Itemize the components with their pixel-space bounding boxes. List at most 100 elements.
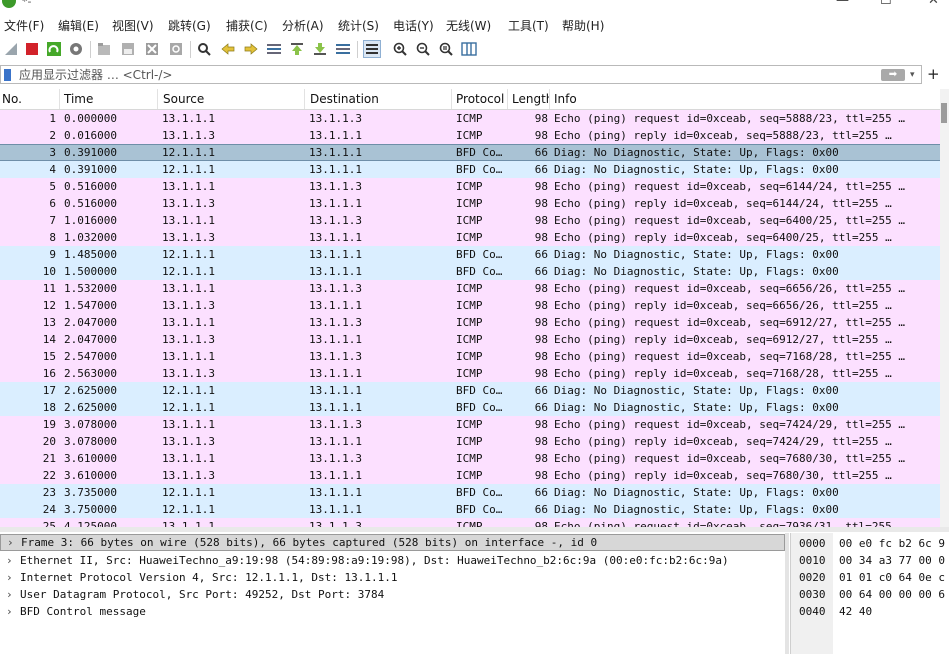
menu-telephony[interactable]: 电话(Y) bbox=[393, 18, 434, 34]
packet-row[interactable]: 14 2.047000 13.1.1.3 13.1.1.1 ICMP 98 Echo (pi… bbox=[0, 331, 940, 348]
column-header-info[interactable]: Info bbox=[550, 89, 940, 109]
detail-row-frame[interactable]: › Frame 3: 66 bytes on wire (528 bits), … bbox=[0, 534, 785, 551]
go-forward-icon[interactable] bbox=[243, 41, 259, 57]
packet-row[interactable]: 15 2.547000 13.1.1.1 13.1.1.3 ICMP 98 Echo (pi… bbox=[0, 348, 940, 365]
restart-capture-icon[interactable] bbox=[46, 41, 62, 57]
capture-options-icon[interactable] bbox=[68, 41, 84, 57]
expand-chevron-icon[interactable]: › bbox=[6, 586, 13, 603]
packet-row[interactable]: 24 3.750000 12.1.1.1 13.1.1.1 BFD Co… 66 Diag:… bbox=[0, 501, 940, 518]
zoom-reset-icon[interactable] bbox=[438, 41, 454, 57]
menu-go[interactable]: 跳转(G) bbox=[168, 18, 211, 34]
packet-row[interactable]: 3 0.391000 12.1.1.1 13.1.1.1 BFD Co… 66 Diag: … bbox=[0, 144, 940, 161]
display-filter-box: ➡ ▾ bbox=[0, 65, 922, 84]
packet-row[interactable]: 7 1.016000 13.1.1.1 13.1.1.3 ICMP 98 Echo (pin… bbox=[0, 212, 940, 229]
display-filter-input[interactable] bbox=[19, 67, 869, 83]
bytes-hex[interactable]: 00 e0 fc b2 6c 9 bbox=[839, 535, 945, 552]
packet-row[interactable]: 2 0.016000 13.1.1.3 13.1.1.1 ICMP 98 Echo (pin… bbox=[0, 127, 940, 144]
column-header-time[interactable]: Time bbox=[60, 89, 158, 109]
shark-fin-start-icon[interactable] bbox=[3, 41, 19, 57]
packet-row[interactable]: 16 2.563000 13.1.1.3 13.1.1.1 ICMP 98 Echo (pi… bbox=[0, 365, 940, 382]
add-filter-button-icon[interactable]: + bbox=[927, 64, 940, 84]
minimize-icon[interactable]: — bbox=[836, 0, 849, 8]
packet-row[interactable]: 20 3.078000 13.1.1.3 13.1.1.1 ICMP 98 Echo (pi… bbox=[0, 433, 940, 450]
detail-row-ethernet[interactable]: › Ethernet II, Src: HuaweiTechno_a9:19:9… bbox=[0, 552, 785, 569]
bytes-hex[interactable]: 01 01 c0 64 0e c bbox=[839, 569, 945, 586]
reload-file-icon[interactable] bbox=[168, 41, 184, 57]
expand-chevron-icon[interactable]: › bbox=[6, 603, 13, 620]
packet-row[interactable]: 10 1.500000 12.1.1.1 13.1.1.1 BFD Co… 66 Diag:… bbox=[0, 263, 940, 280]
find-packet-icon[interactable] bbox=[196, 41, 212, 57]
packet-row[interactable]: 5 0.516000 13.1.1.1 13.1.1.3 ICMP 98 Echo (pin… bbox=[0, 178, 940, 195]
open-file-icon[interactable] bbox=[96, 41, 112, 57]
cell-length: 66 bbox=[534, 248, 548, 261]
menu-capture[interactable]: 捕获(C) bbox=[226, 18, 268, 34]
packet-row[interactable]: 11 1.532000 13.1.1.1 13.1.1.3 ICMP 98 Echo (pi… bbox=[0, 280, 940, 297]
cell-protocol: BFD Co… bbox=[456, 146, 503, 159]
packet-row[interactable]: 18 2.625000 12.1.1.1 13.1.1.1 BFD Co… 66 Diag:… bbox=[0, 399, 940, 416]
cell-source: 13.1.1.1 bbox=[162, 350, 215, 363]
packet-row[interactable]: 13 2.047000 13.1.1.1 13.1.1.3 ICMP 98 Echo (pi… bbox=[0, 314, 940, 331]
packet-row[interactable]: 8 1.032000 13.1.1.3 13.1.1.1 ICMP 98 Echo (pin… bbox=[0, 229, 940, 246]
bytes-hex[interactable]: 00 34 a3 77 00 0 bbox=[839, 552, 945, 569]
expand-chevron-icon[interactable]: › bbox=[6, 569, 13, 586]
pane-splitter[interactable] bbox=[0, 527, 949, 532]
menu-analyze[interactable]: 分析(A) bbox=[282, 18, 324, 34]
colorize-icon[interactable] bbox=[363, 40, 381, 58]
menu-file[interactable]: 文件(F) bbox=[4, 18, 44, 34]
expand-chevron-icon[interactable]: › bbox=[6, 552, 13, 569]
detail-row-ipv4[interactable]: › Internet Protocol Version 4, Src: 12.1… bbox=[0, 569, 785, 586]
packet-row[interactable]: 19 3.078000 13.1.1.1 13.1.1.3 ICMP 98 Echo (pi… bbox=[0, 416, 940, 433]
bytes-hex[interactable]: 42 40 bbox=[839, 603, 872, 620]
packet-row[interactable]: 22 3.610000 13.1.1.3 13.1.1.1 ICMP 98 Echo (pi… bbox=[0, 467, 940, 484]
menu-help[interactable]: 帮助(H) bbox=[562, 18, 604, 34]
maximize-icon[interactable]: ☐ bbox=[880, 0, 892, 8]
bytes-hex[interactable]: 00 64 00 00 00 6 bbox=[839, 586, 945, 603]
packet-row[interactable]: 25 4.125000 13.1.1.1 13.1.1.3 ICMP 98 Echo (pi… bbox=[0, 518, 940, 527]
stop-capture-icon[interactable] bbox=[24, 41, 40, 57]
close-file-icon[interactable] bbox=[144, 41, 160, 57]
menu-edit[interactable]: 编辑(E) bbox=[58, 18, 99, 34]
zoom-in-icon[interactable] bbox=[392, 41, 408, 57]
go-first-icon[interactable] bbox=[289, 41, 305, 57]
menu-view[interactable]: 视图(V) bbox=[112, 18, 154, 34]
cell-source: 13.1.1.1 bbox=[162, 112, 215, 125]
column-header-length[interactable]: Length bbox=[508, 89, 550, 109]
packet-list-scrollbar[interactable] bbox=[940, 89, 949, 527]
resize-columns-icon[interactable] bbox=[461, 41, 477, 57]
column-header-no[interactable]: No. bbox=[0, 89, 60, 109]
packet-list-scrollbar-thumb[interactable] bbox=[941, 103, 947, 123]
column-header-destination[interactable]: Destination bbox=[305, 89, 452, 109]
packet-row[interactable]: 12 1.547000 13.1.1.3 13.1.1.1 ICMP 98 Echo (pi… bbox=[0, 297, 940, 314]
cell-destination: 13.1.1.1 bbox=[309, 265, 362, 278]
column-header-protocol[interactable]: Protocol bbox=[452, 89, 508, 109]
menu-tools[interactable]: 工具(T) bbox=[508, 18, 549, 34]
apply-filter-icon[interactable]: ➡ bbox=[881, 69, 905, 81]
packet-list-header: No. Time Source Destination Protocol Len… bbox=[0, 89, 940, 110]
packet-row[interactable]: 21 3.610000 13.1.1.1 13.1.1.3 ICMP 98 Echo (pi… bbox=[0, 450, 940, 467]
menu-wireless[interactable]: 无线(W) bbox=[446, 18, 491, 34]
detail-row-udp[interactable]: › User Datagram Protocol, Src Port: 4925… bbox=[0, 586, 785, 603]
column-header-source[interactable]: Source bbox=[158, 89, 305, 109]
close-icon[interactable]: ✕ bbox=[928, 0, 939, 8]
packet-row[interactable]: 4 0.391000 12.1.1.1 13.1.1.1 BFD Co… 66 Diag: … bbox=[0, 161, 940, 178]
packet-row[interactable]: 23 3.735000 12.1.1.1 13.1.1.1 BFD Co… 66 Diag:… bbox=[0, 484, 940, 501]
packet-row[interactable]: 9 1.485000 12.1.1.1 13.1.1.1 BFD Co… 66 Diag: … bbox=[0, 246, 940, 263]
filter-history-dropdown-icon[interactable]: ▾ bbox=[910, 68, 915, 82]
go-last-icon[interactable] bbox=[312, 41, 328, 57]
menu-statistics[interactable]: 统计(S) bbox=[338, 18, 379, 34]
zoom-out-icon[interactable] bbox=[415, 41, 431, 57]
packet-row[interactable]: 6 0.516000 13.1.1.3 13.1.1.1 ICMP 98 Echo (pin… bbox=[0, 195, 940, 212]
packet-row[interactable]: 17 2.625000 12.1.1.1 13.1.1.1 BFD Co… 66 Diag:… bbox=[0, 382, 940, 399]
packet-row[interactable]: 1 0.000000 13.1.1.1 13.1.1.3 ICMP 98 Echo (pin… bbox=[0, 110, 940, 127]
go-to-packet-icon[interactable] bbox=[266, 41, 282, 57]
filter-bookmark-icon[interactable] bbox=[4, 69, 11, 81]
expand-chevron-icon[interactable]: › bbox=[7, 535, 14, 550]
cell-protocol: BFD Co… bbox=[456, 401, 503, 414]
go-back-icon[interactable] bbox=[220, 41, 236, 57]
cell-time: 0.016000 bbox=[64, 129, 117, 142]
save-file-icon[interactable] bbox=[120, 41, 136, 57]
details-scrollbar[interactable] bbox=[785, 533, 789, 654]
auto-scroll-icon[interactable] bbox=[335, 41, 351, 57]
cell-source: 13.1.1.1 bbox=[162, 282, 215, 295]
detail-row-bfd[interactable]: › BFD Control message bbox=[0, 603, 785, 620]
